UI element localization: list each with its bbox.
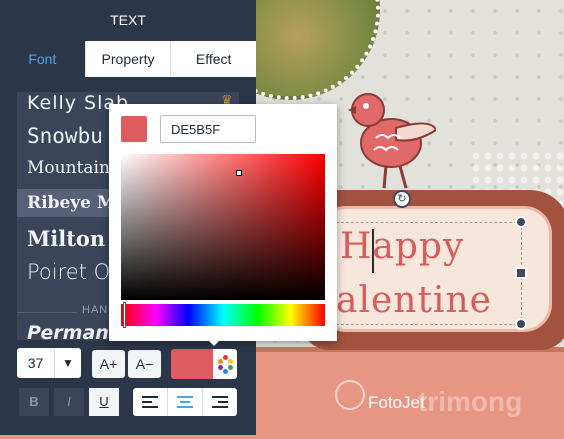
underline-button[interactable]: U [89, 388, 119, 416]
chevron-down-icon[interactable]: ▼ [55, 348, 81, 378]
align-center-button[interactable] [168, 388, 203, 416]
panel-title: TEXT [110, 12, 146, 28]
font-section-label: HAN [82, 304, 109, 316]
text-color-button[interactable] [171, 349, 237, 379]
resize-handle-top-right[interactable] [515, 216, 527, 228]
panel-tabs: Font Property Effect [0, 41, 256, 77]
text-align-group [133, 388, 237, 416]
align-center-icon [177, 396, 193, 408]
hue-slider[interactable] [121, 302, 325, 328]
hue-slider-handle[interactable] [123, 302, 126, 328]
canvas-text-line1[interactable]: Happy [340, 226, 464, 267]
text-caret [372, 229, 374, 273]
section-divider [17, 312, 77, 313]
align-right-icon [212, 396, 228, 408]
font-size-increase-button[interactable]: A+ [92, 350, 125, 378]
rotate-handle-icon[interactable]: ↻ [393, 190, 411, 208]
resize-handle-right[interactable] [515, 267, 527, 279]
saturation-value-field[interactable] [121, 154, 325, 300]
align-left-icon [142, 396, 158, 408]
resize-handle-bottom-right[interactable] [515, 318, 527, 330]
bold-button[interactable]: B [19, 388, 49, 416]
font-item-milton[interactable]: Milton [27, 226, 105, 251]
font-size-decrease-button[interactable]: A− [128, 350, 161, 378]
color-wheel-icon[interactable] [213, 349, 237, 379]
fotojet-brand-text: FotoJet [368, 393, 425, 412]
color-picker-popup [109, 104, 337, 341]
font-item-poiret-one[interactable]: Poiret O [27, 260, 110, 284]
tab-property[interactable]: Property [86, 41, 172, 77]
tab-effect[interactable]: Effect [171, 41, 256, 77]
align-left-button[interactable] [133, 388, 168, 416]
font-size-select[interactable]: 37 ▼ [17, 348, 81, 378]
color-cursor[interactable] [236, 170, 242, 176]
font-size-value[interactable]: 37 [17, 348, 55, 378]
watermark-text: trimong [418, 386, 523, 417]
tab-font[interactable]: Font [0, 41, 86, 77]
align-right-button[interactable] [203, 388, 237, 416]
italic-button[interactable]: I [54, 388, 84, 416]
picker-pointer [206, 338, 222, 346]
fotojet-logo-icon [335, 380, 365, 410]
current-color-swatch [171, 349, 213, 379]
hex-color-input[interactable] [160, 115, 256, 143]
font-item-snowburst[interactable]: Snowbu [27, 124, 103, 148]
canvas-text-line2[interactable]: alentine [336, 280, 492, 321]
bird-illustration[interactable] [336, 88, 436, 198]
font-item-mountains[interactable]: Mountains [27, 158, 119, 178]
picker-color-preview [121, 116, 147, 142]
